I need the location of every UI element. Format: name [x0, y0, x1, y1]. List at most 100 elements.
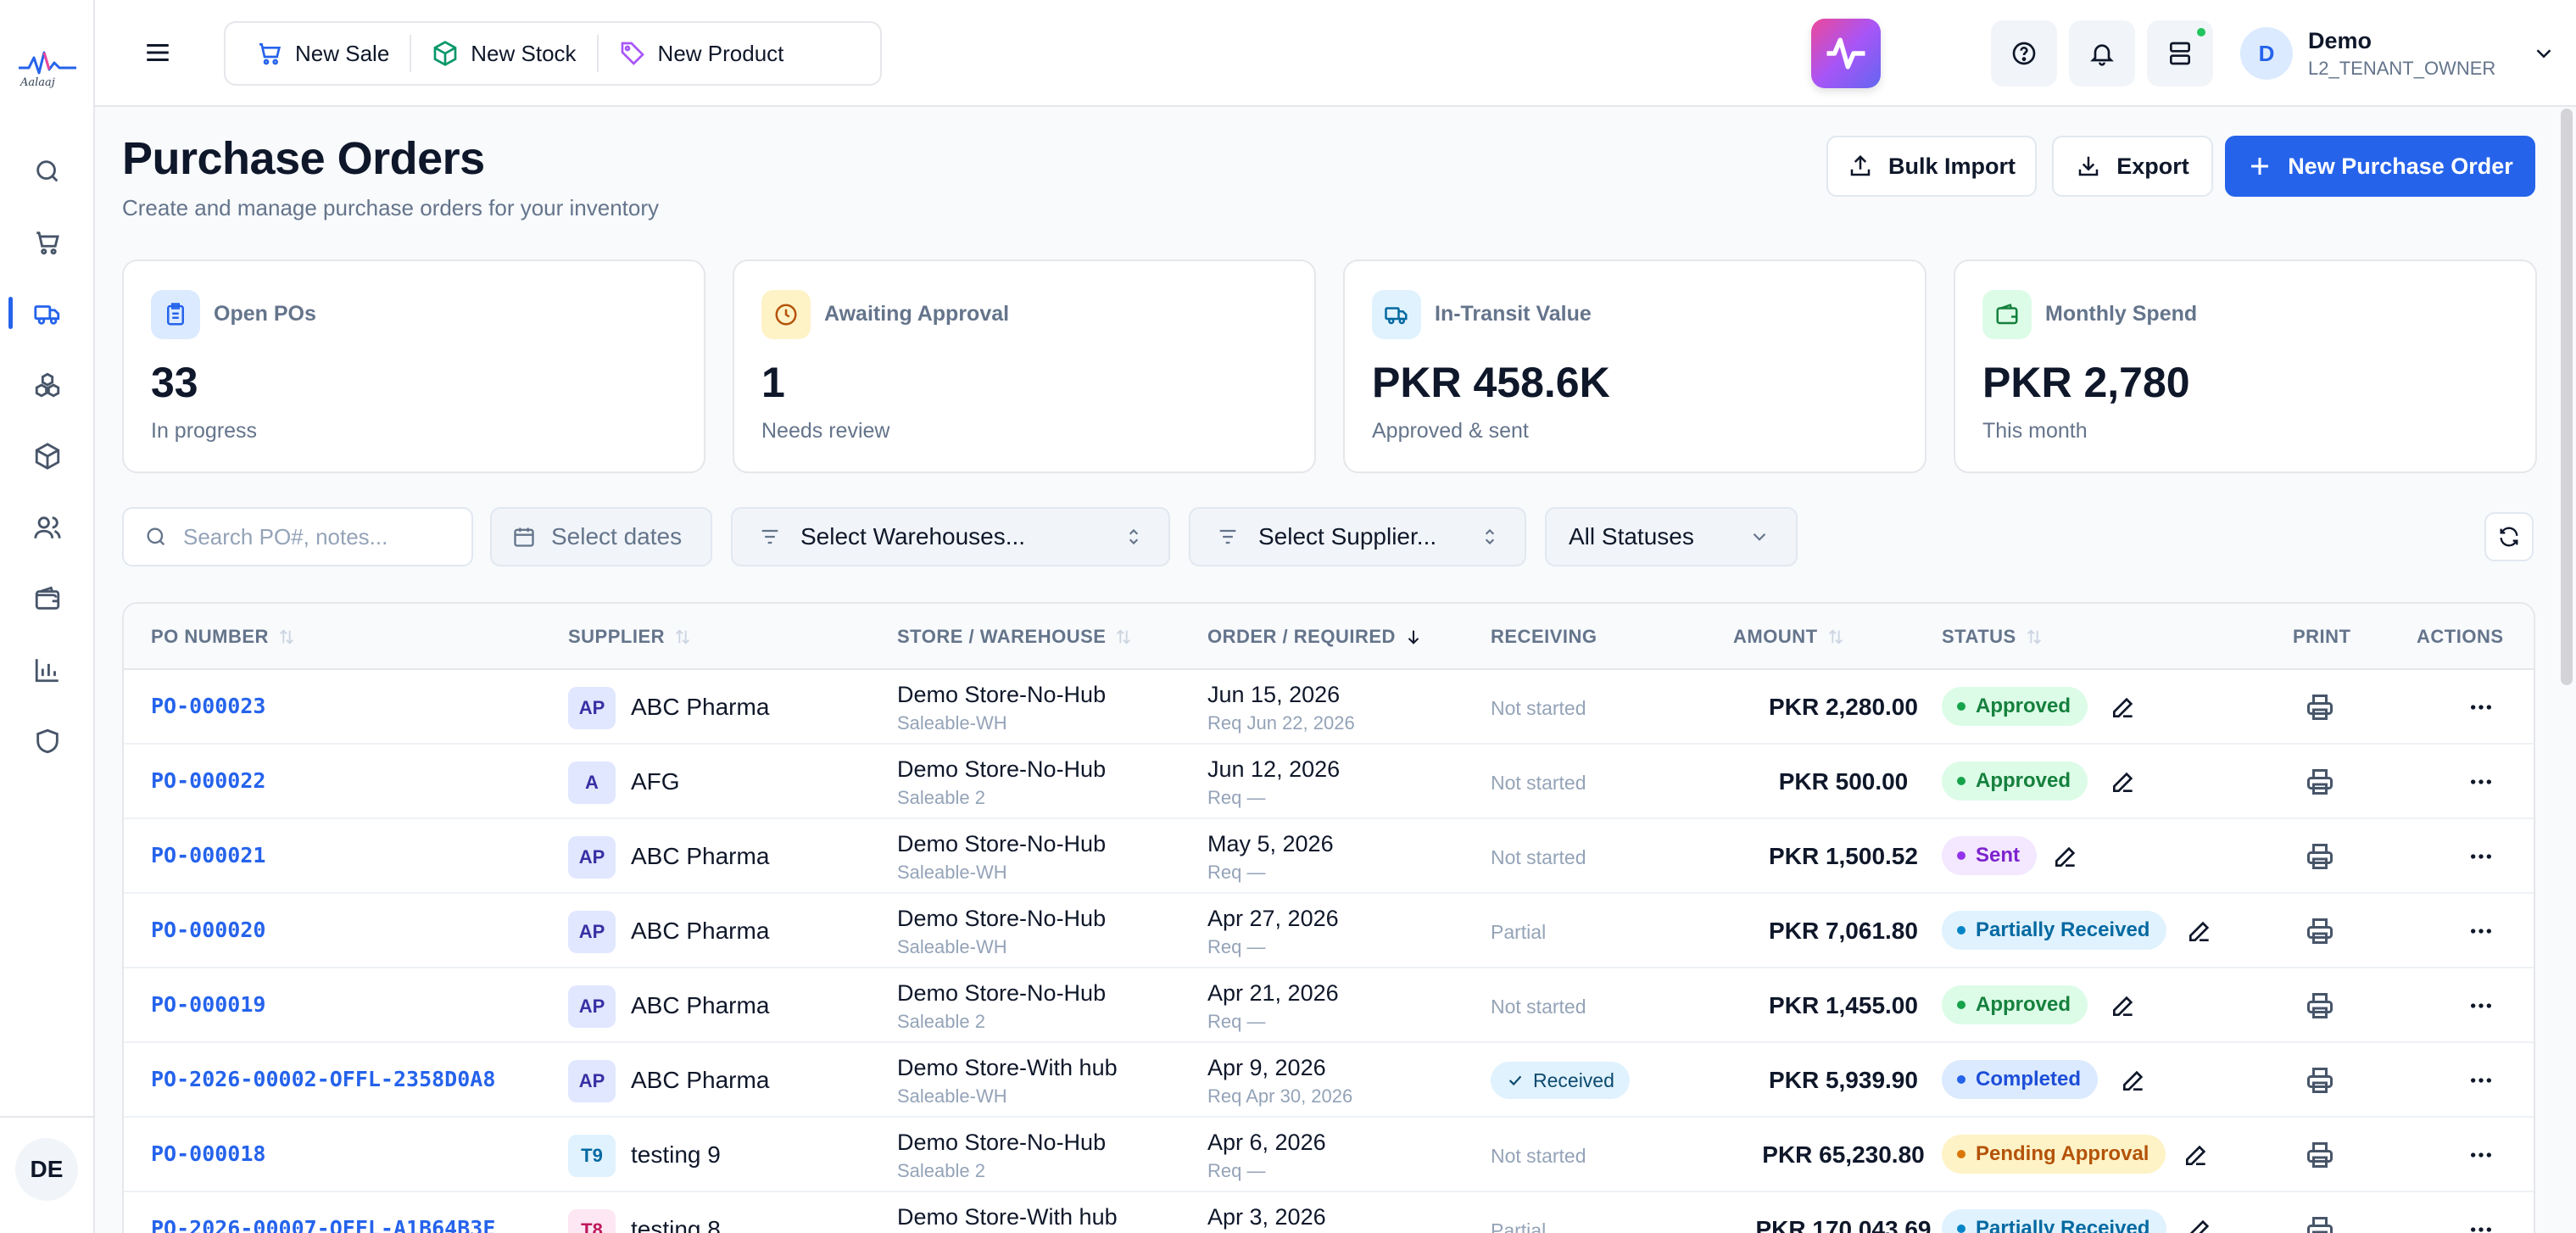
new-stock-button[interactable]: New Stock [411, 33, 596, 74]
notifications-button[interactable] [2069, 20, 2135, 86]
table-row[interactable]: PO-000020 AP ABC Pharma Demo Store-No-Hu… [124, 894, 2534, 968]
sort-icon [2027, 629, 2041, 644]
print-icon[interactable] [2305, 1214, 2335, 1233]
new-sale-button[interactable]: New Sale [236, 33, 410, 74]
bulk-import-button[interactable]: Bulk Import [1826, 136, 2037, 197]
edit-status-icon[interactable] [2110, 768, 2137, 795]
po-number-link[interactable]: PO-000023 [151, 694, 265, 718]
new-purchase-order-button[interactable]: New Purchase Order [2225, 136, 2535, 197]
print-icon[interactable] [2305, 1065, 2335, 1096]
sort-icon [1117, 629, 1131, 644]
po-number-link[interactable]: PO-000020 [151, 918, 265, 942]
edit-status-icon[interactable] [2110, 694, 2137, 721]
wallet-icon[interactable] [29, 580, 66, 617]
table-row[interactable]: PO-000021 AP ABC Pharma Demo Store-No-Hu… [124, 819, 2534, 894]
table-row[interactable]: PO-2026-00002-OFFL-2358D0A8 AP ABC Pharm… [124, 1043, 2534, 1118]
filter-icon [761, 529, 778, 544]
more-actions-icon[interactable] [2464, 992, 2498, 1019]
table-row[interactable]: PO-000023 AP ABC Pharma Demo Store-No-Hu… [124, 670, 2534, 745]
required-date: Req Jun 22, 2026 [1207, 712, 1355, 734]
users-icon[interactable] [29, 509, 66, 546]
order-date: Apr 27, 2026 [1207, 906, 1339, 931]
edit-status-icon[interactable] [2186, 918, 2213, 945]
stat-label: In-Transit Value [1435, 302, 1592, 326]
refresh-button[interactable] [2484, 512, 2534, 561]
search-input[interactable]: Search PO#, notes... [122, 507, 473, 566]
col-amount[interactable]: AMOUNT [1733, 626, 1845, 648]
more-actions-icon[interactable] [2464, 694, 2498, 721]
warehouse-name: Saleable 2 [897, 1160, 985, 1181]
package-icon[interactable] [29, 438, 66, 475]
supplier-name: testing 8 [631, 1216, 721, 1233]
edit-status-icon[interactable] [2120, 1067, 2147, 1094]
supplier-name: ABC Pharma [631, 918, 770, 944]
edit-status-icon[interactable] [2110, 992, 2137, 1019]
edit-status-icon[interactable] [2186, 1216, 2213, 1233]
cart-icon[interactable] [29, 224, 66, 261]
chevron-updown-icon [1485, 528, 1495, 545]
print-icon[interactable] [2305, 990, 2335, 1021]
boxes-icon[interactable] [29, 366, 66, 404]
sort-icon [279, 629, 293, 644]
status-select[interactable]: All Statuses [1545, 507, 1798, 566]
table-row[interactable]: PO-2026-00007-OFFL-A1B64B3E T8 testing 8… [124, 1192, 2534, 1233]
server-status-button[interactable] [2147, 20, 2213, 86]
pulse-app-icon[interactable] [1811, 19, 1881, 88]
chevron-down-icon [1753, 533, 1766, 541]
po-number-link[interactable]: PO-2026-00007-OFFL-A1B64B3E [151, 1216, 495, 1233]
more-actions-icon[interactable] [2464, 1216, 2498, 1233]
warehouses-select[interactable]: Select Warehouses... [731, 507, 1170, 566]
supplier-avatar: AP [568, 1060, 616, 1102]
page-scrollbar[interactable] [2561, 109, 2573, 685]
status-badge: Partially Received [1942, 911, 2167, 950]
status-label: Partially Received [1976, 918, 2150, 941]
po-number-link[interactable]: PO-000018 [151, 1141, 265, 1166]
po-number-link[interactable]: PO-000019 [151, 992, 265, 1017]
supplier-name: ABC Pharma [631, 843, 770, 869]
po-number-link[interactable]: PO-2026-00002-OFFL-2358D0A8 [151, 1067, 495, 1091]
user-avatar: D [2240, 27, 2293, 80]
col-po-number[interactable]: PO NUMBER [151, 626, 296, 648]
more-actions-icon[interactable] [2464, 1067, 2498, 1094]
po-number-link[interactable]: PO-000021 [151, 843, 265, 868]
table-row[interactable]: PO-000022 A AFG Demo Store-No-Hub Saleab… [124, 745, 2534, 819]
more-actions-icon[interactable] [2464, 1141, 2498, 1169]
date-range-picker[interactable]: Select dates [490, 507, 712, 566]
table-row[interactable]: PO-000018 T9 testing 9 Demo Store-No-Hub… [124, 1118, 2534, 1192]
help-button[interactable] [1991, 20, 2057, 86]
print-icon[interactable] [2305, 1140, 2335, 1170]
user-menu[interactable]: D Demo L2_TENANT_OWNER [2240, 19, 2562, 88]
new-product-button[interactable]: New Product [599, 33, 805, 74]
print-icon[interactable] [2305, 767, 2335, 797]
po-number-link[interactable]: PO-000022 [151, 768, 265, 793]
table-row[interactable]: PO-000019 AP ABC Pharma Demo Store-No-Hu… [124, 968, 2534, 1043]
col-status[interactable]: STATUS [1942, 626, 2044, 648]
more-actions-icon[interactable] [2464, 768, 2498, 795]
more-actions-icon[interactable] [2464, 843, 2498, 870]
edit-status-icon[interactable] [2183, 1141, 2210, 1169]
edit-status-icon[interactable] [2052, 843, 2079, 870]
order-date: May 5, 2026 [1207, 831, 1334, 856]
supplier-name: testing 9 [631, 1141, 721, 1168]
col-order-required[interactable]: ORDER / REQUIRED [1207, 626, 1423, 648]
print-icon[interactable] [2305, 916, 2335, 946]
stat-note: This month [1982, 419, 2088, 443]
more-actions-icon[interactable] [2464, 918, 2498, 945]
warehouse-name: Saleable-WH [897, 936, 1007, 957]
status-badge: Approved [1942, 687, 2088, 726]
new-sale-label: New Sale [295, 40, 390, 66]
print-icon[interactable] [2305, 841, 2335, 872]
print-icon[interactable] [2305, 692, 2335, 723]
sidebar-avatar[interactable]: DE [15, 1138, 78, 1201]
hamburger-menu-icon[interactable] [139, 34, 176, 71]
search-icon[interactable] [29, 153, 66, 190]
status-dot [1957, 702, 1965, 711]
supplier-select[interactable]: Select Supplier... [1189, 507, 1526, 566]
shield-icon[interactable] [29, 723, 66, 760]
col-supplier[interactable]: SUPPLIER [568, 626, 692, 648]
col-store-warehouse[interactable]: STORE / WAREHOUSE [897, 626, 1133, 648]
chart-icon[interactable] [29, 651, 66, 689]
export-button[interactable]: Export [2052, 136, 2213, 197]
arrow-down-icon [1408, 630, 1419, 644]
truck-icon[interactable] [29, 295, 66, 332]
